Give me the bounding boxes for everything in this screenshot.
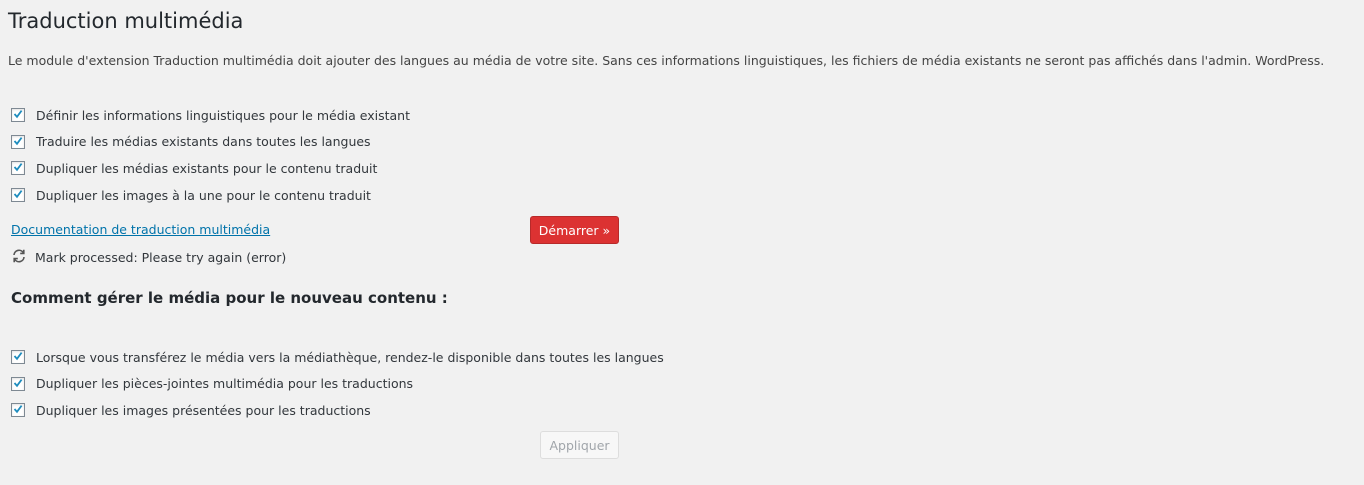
existing-media-options: Définir les informations linguistiques p… [11,102,410,208]
new-content-heading: Comment gérer le média pour le nouveau c… [11,289,448,307]
checkbox[interactable] [11,108,25,123]
option-row[interactable]: Dupliquer les images à la une pour le co… [11,182,410,209]
checkmark-icon [13,110,23,119]
checkbox[interactable] [11,350,25,365]
checkmark-icon [13,190,23,199]
option-row[interactable]: Dupliquer les pièces-jointes multimédia … [11,371,664,398]
option-label: Dupliquer les images présentées pour les… [36,402,371,418]
checkbox[interactable] [11,403,25,418]
checkbox[interactable] [11,161,25,176]
checkmark-icon [13,405,23,414]
page-description: Le module d'extension Traduction multimé… [8,53,1325,68]
checkbox[interactable] [11,188,25,203]
option-label: Dupliquer les médias existants pour le c… [36,160,378,176]
refresh-icon [13,249,25,262]
checkmark-icon [13,352,23,361]
option-label: Lorsque vous transférez le média vers la… [36,349,664,365]
media-translation-page: Traduction multimédia Le module d'extens… [0,0,1364,485]
option-row[interactable]: Lorsque vous transférez le média vers la… [11,344,664,371]
documentation-link[interactable]: Documentation de traduction multimédia [11,222,270,237]
option-row[interactable]: Dupliquer les images présentées pour les… [11,397,664,424]
option-row[interactable]: Traduire les médias existants dans toute… [11,129,410,156]
checkbox[interactable] [11,134,25,149]
checkmark-icon [13,378,23,388]
checkmark-icon [13,163,23,172]
option-label: Dupliquer les images à la une pour le co… [36,187,371,203]
apply-button[interactable]: Appliquer [540,431,619,459]
start-button[interactable]: Démarrer » [530,216,619,244]
checkmark-icon [13,136,23,146]
option-row[interactable]: Définir les informations linguistiques p… [11,102,410,129]
option-label: Dupliquer les pièces-jointes multimédia … [36,376,414,392]
checkbox[interactable] [11,376,25,391]
status-text: Mark processed: Please try again (error) [35,250,287,265]
option-label: Traduire les médias existants dans toute… [36,134,371,150]
status-message: Mark processed: Please try again (error) [11,249,287,265]
new-content-options: Lorsque vous transférez le média vers la… [11,344,664,424]
option-row[interactable]: Dupliquer les médias existants pour le c… [11,155,410,182]
page-title: Traduction multimédia [8,9,244,33]
option-label: Définir les informations linguistiques p… [36,107,410,123]
